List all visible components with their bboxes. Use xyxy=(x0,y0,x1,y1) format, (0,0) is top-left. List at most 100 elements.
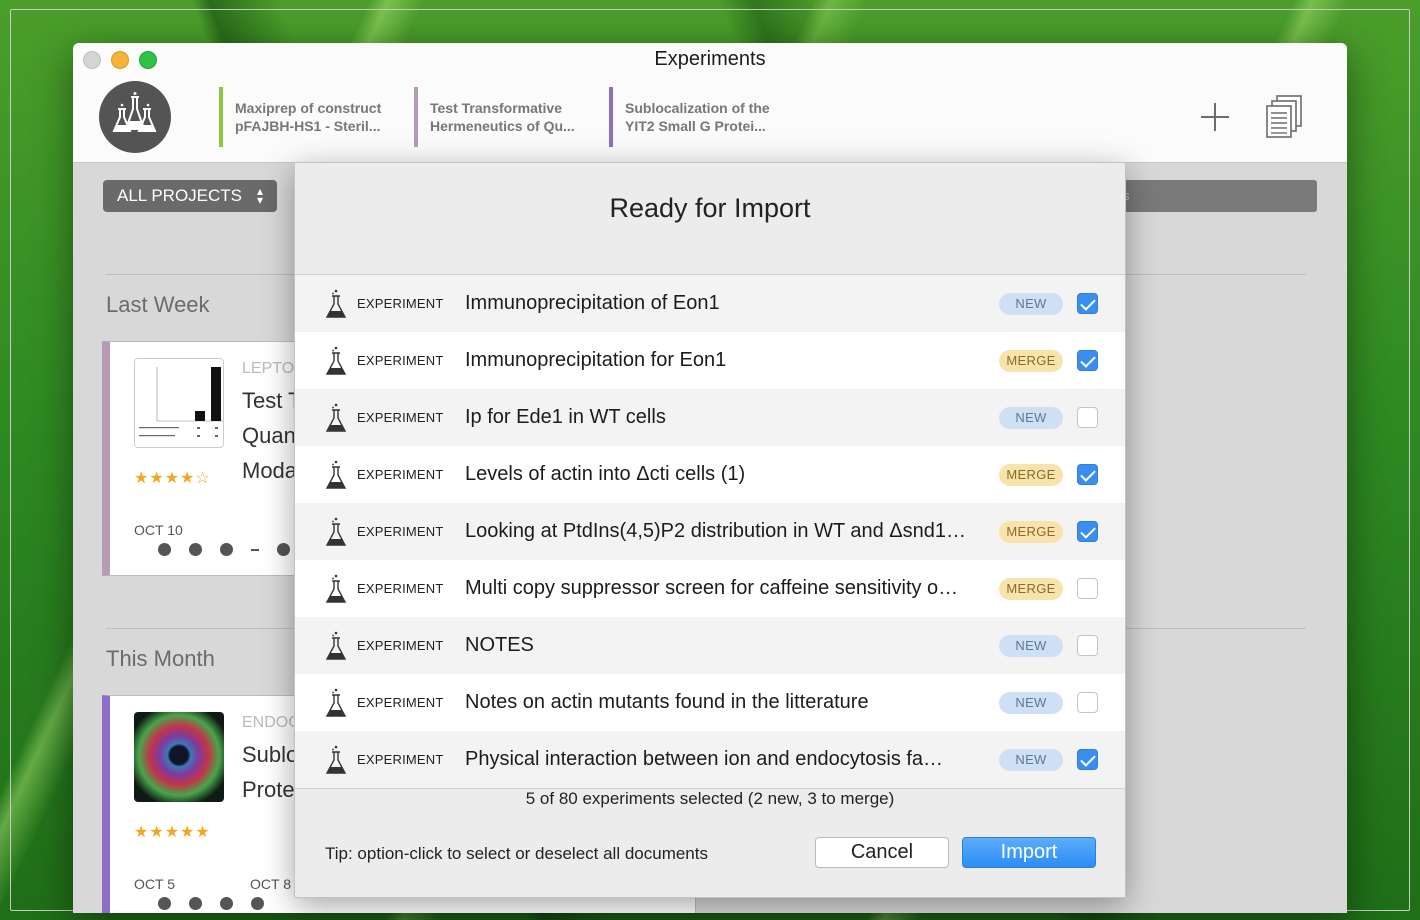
item-title: Immunoprecipitation of Eon1 xyxy=(465,292,720,314)
item-kind: EXPERIMENT xyxy=(357,695,444,710)
item-kind: EXPERIMENT xyxy=(357,581,444,596)
import-row[interactable]: EXPERIMENT Multi copy suppressor screen f… xyxy=(295,560,1125,617)
select-checkbox[interactable] xyxy=(1077,692,1098,713)
plus-icon[interactable] xyxy=(1199,101,1231,133)
status-badge: NEW xyxy=(999,691,1063,714)
import-list: EXPERIMENT Immunoprecipitation of Eon1 NEW… xyxy=(295,274,1125,789)
tab-maxiprep[interactable]: Maxiprep of construct pFAJBH-HS1 - Steri… xyxy=(219,87,381,147)
timeline-dots xyxy=(158,897,264,910)
select-checkbox[interactable] xyxy=(1077,749,1098,770)
card-project: ENDOC xyxy=(242,714,300,731)
status-badge: NEW xyxy=(999,292,1063,315)
chart-thumbnail xyxy=(134,358,224,448)
card-title-line: Moda xyxy=(242,458,298,483)
select-checkbox[interactable] xyxy=(1077,578,1098,599)
status-badge: MERGE xyxy=(999,349,1063,372)
card-title-line: Test T xyxy=(242,388,302,413)
select-checkbox[interactable] xyxy=(1077,350,1098,371)
section-this-month: This Month xyxy=(106,646,215,671)
window-title: Experiments xyxy=(654,48,766,70)
item-title: Levels of actin into Δcti cells (1) xyxy=(465,463,746,485)
timeline-gap xyxy=(251,548,259,551)
item-kind: EXPERIMENT xyxy=(357,638,444,653)
select-checkbox[interactable] xyxy=(1077,293,1098,314)
timeline-dot xyxy=(189,897,202,910)
all-projects-popup[interactable]: ALL PROJECTS ▴ ▾ xyxy=(103,180,277,212)
item-kind: EXPERIMENT xyxy=(357,410,444,425)
item-kind: EXPERIMENT xyxy=(357,296,444,311)
tab-title-line1: Maxiprep of construct xyxy=(235,100,382,116)
item-kind: EXPERIMENT xyxy=(357,524,444,539)
import-row[interactable]: EXPERIMENT Immunoprecipitation of Eon1 NEW xyxy=(295,275,1125,332)
status-badge: NEW xyxy=(999,634,1063,657)
timeline-dot xyxy=(277,543,290,556)
card-date: OCT 8 xyxy=(250,876,291,892)
flask-icon xyxy=(323,630,349,662)
timeline-dot xyxy=(158,543,171,556)
select-checkbox[interactable] xyxy=(1077,407,1098,428)
search-field[interactable]: s xyxy=(1113,180,1317,212)
sheet-title: Ready for Import xyxy=(609,193,811,223)
status-badge: MERGE xyxy=(999,463,1063,486)
item-kind: EXPERIMENT xyxy=(357,467,444,482)
selection-summary: 5 of 80 experiments selected (2 new, 3 t… xyxy=(525,789,895,808)
import-button[interactable]: Import xyxy=(962,837,1096,868)
item-kind: EXPERIMENT xyxy=(357,752,444,767)
import-row[interactable]: EXPERIMENT Notes on actin mutants found i… xyxy=(295,674,1125,731)
timeline-dots xyxy=(158,543,290,556)
flask-icon xyxy=(323,288,349,320)
timeline-dot xyxy=(189,543,202,556)
flask-icon xyxy=(323,687,349,719)
card-date: OCT 5 xyxy=(134,876,175,892)
documents-icon[interactable] xyxy=(1265,95,1303,139)
item-kind: EXPERIMENT xyxy=(357,353,444,368)
timeline-dot xyxy=(220,543,233,556)
item-title: Immunoprecipitation for Eon1 xyxy=(465,349,727,371)
timeline-dot xyxy=(158,897,171,910)
item-title: Physical interaction between ion and end… xyxy=(465,748,944,770)
lab-flasks-logo-icon[interactable] xyxy=(99,81,171,153)
flask-icon xyxy=(323,345,349,377)
tab-sublocalization[interactable]: Sublocalization of the YIT2 Small G Prot… xyxy=(609,87,770,147)
item-title: Looking at PtdIns(4,5)P2 distribution in… xyxy=(465,520,967,542)
flask-icon xyxy=(323,459,349,491)
flasks-icon xyxy=(112,92,157,132)
status-badge: MERGE xyxy=(999,520,1063,543)
tab-title-line2: Hermeneutics of Qu... xyxy=(430,118,575,134)
flask-icon xyxy=(323,402,349,434)
select-checkbox[interactable] xyxy=(1077,521,1098,542)
status-badge: NEW xyxy=(999,748,1063,771)
flask-icon xyxy=(323,744,349,776)
import-row[interactable]: EXPERIMENT Ip for Ede1 in WT cells NEW xyxy=(295,389,1125,446)
card-date: OCT 10 xyxy=(134,522,183,538)
card-title-line: Protei xyxy=(242,777,300,802)
item-title: Notes on actin mutants found in the litt… xyxy=(465,691,869,713)
flask-icon xyxy=(323,516,349,548)
tab-title-line2: pFAJBH-HS1 - Steril... xyxy=(235,118,381,134)
timeline-dot xyxy=(220,897,233,910)
import-row[interactable]: EXPERIMENT Physical interaction between i… xyxy=(295,731,1125,788)
timeline-dot xyxy=(251,897,264,910)
import-row[interactable]: EXPERIMENT Immunoprecipitation for Eon1 ME… xyxy=(295,332,1125,389)
item-title: Multi copy suppressor screen for caffein… xyxy=(465,577,959,599)
select-checkbox[interactable] xyxy=(1077,635,1098,656)
import-row[interactable]: EXPERIMENT Levels of actin into Δcti cell… xyxy=(295,446,1125,503)
select-checkbox[interactable] xyxy=(1077,464,1098,485)
tab-title-line2: YIT2 Small G Protei... xyxy=(625,118,766,134)
star-rating[interactable]: ★★★★★ xyxy=(134,822,211,842)
tip-text: Tip: option-click to select or deselect … xyxy=(325,844,708,863)
microscopy-thumbnail xyxy=(134,712,224,802)
section-last-week: Last Week xyxy=(106,292,210,317)
import-row[interactable]: EXPERIMENT Looking at PtdIns(4,5)P2 distr… xyxy=(295,503,1125,560)
status-badge: MERGE xyxy=(999,577,1063,600)
status-badge: NEW xyxy=(999,406,1063,429)
tab-test-transformative[interactable]: Test Transformative Hermeneutics of Qu..… xyxy=(414,87,575,147)
flask-icon xyxy=(323,573,349,605)
card-title-line: Quant xyxy=(242,423,302,448)
import-row[interactable]: EXPERIMENT NOTES NEW xyxy=(295,617,1125,674)
up-down-chevron-icon: ▴ ▾ xyxy=(256,184,263,207)
star-rating[interactable]: ★★★★☆ xyxy=(134,468,211,488)
item-title: NOTES xyxy=(465,634,534,656)
import-sheet: Ready for Import EXPERIMENT Immunoprecipi… xyxy=(294,162,1126,898)
cancel-button[interactable]: Cancel xyxy=(815,837,949,868)
